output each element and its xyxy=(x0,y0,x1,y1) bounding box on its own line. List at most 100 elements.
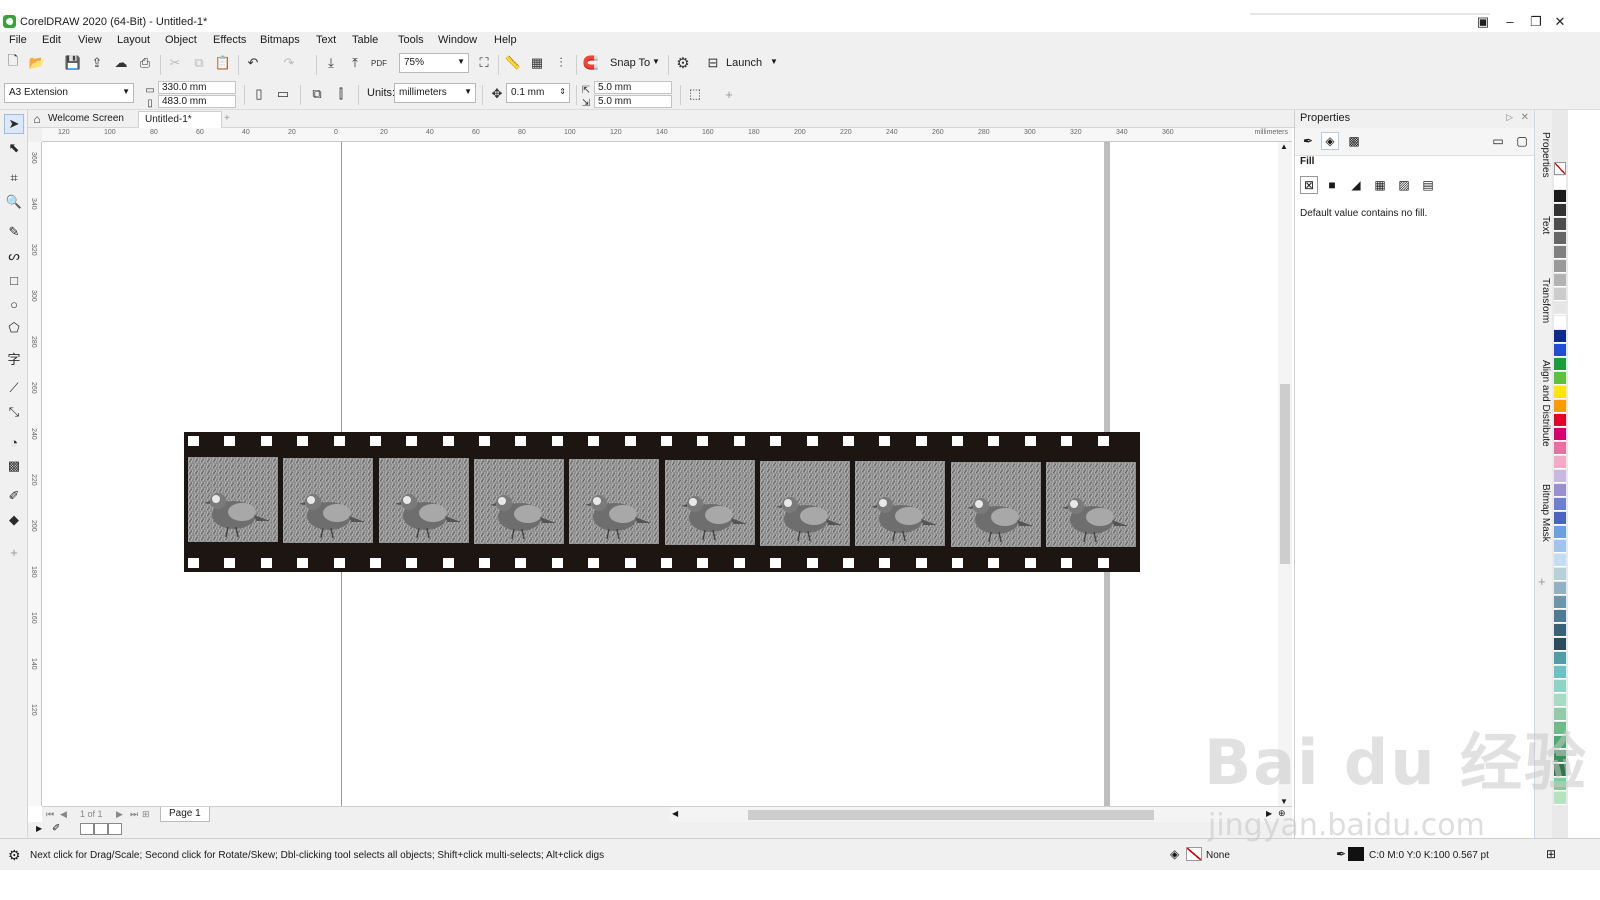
docker-collapse-icon[interactable]: ▷ xyxy=(1506,112,1513,123)
add-docker-icon[interactable]: + xyxy=(1538,574,1546,589)
full-screen-preview-icon[interactable]: ⛶ xyxy=(475,54,493,72)
export-icon[interactable]: ⤒ xyxy=(346,54,364,72)
add-tool-icon[interactable]: + xyxy=(4,542,24,562)
transparency-tool-icon[interactable]: ▩ xyxy=(4,456,24,476)
palette-color-swatch[interactable] xyxy=(1554,694,1566,707)
snap-to-icon[interactable]: 🧲 xyxy=(582,54,600,72)
minimize-button[interactable]: – xyxy=(1500,13,1520,31)
menu-tools[interactable]: Tools xyxy=(398,34,424,46)
upload-icon[interactable]: ⇪ xyxy=(88,54,106,72)
nudge-distance-input[interactable]: 0.1 mm ⇕ xyxy=(506,83,570,103)
film-frame-photo[interactable] xyxy=(950,461,1041,547)
add-page-icon[interactable]: ⊞ xyxy=(142,809,150,820)
palette-color-swatch[interactable] xyxy=(1554,274,1566,287)
palette-color-swatch[interactable] xyxy=(1554,638,1566,651)
ellipse-tool-icon[interactable]: ○ xyxy=(4,294,24,314)
scroll-left-icon[interactable]: ◀ xyxy=(672,809,678,818)
text-tool-icon[interactable]: 字 xyxy=(4,348,24,368)
close-button[interactable]: ✕ xyxy=(1550,13,1570,31)
palette-color-swatch[interactable] xyxy=(1554,554,1566,567)
palette-color-swatch[interactable] xyxy=(1554,428,1566,441)
palette-color-swatch[interactable] xyxy=(1554,176,1566,189)
status-settings-icon[interactable]: ⚙ xyxy=(8,847,21,864)
palette-color-swatch[interactable] xyxy=(1554,652,1566,665)
film-frame-photo[interactable] xyxy=(569,459,660,545)
horizontal-ruler[interactable]: millimeters 120 100 80 60 40 20 0 20 40 60 80 100 12… xyxy=(42,128,1292,142)
docker-tab-bitmap-mask[interactable]: Bitmap Mask xyxy=(1537,484,1551,542)
palette-expand-icon[interactable]: ▶ xyxy=(36,824,42,833)
all-pages-icon[interactable]: ⧉ xyxy=(308,85,326,103)
palette-color-swatch[interactable] xyxy=(1554,582,1566,595)
parallel-dimension-tool-icon[interactable]: ⟋ xyxy=(4,378,24,398)
palette-color-swatch[interactable] xyxy=(1554,386,1566,399)
copy-icon[interactable]: ⧉ xyxy=(190,54,208,72)
launch-chevron-icon[interactable]: ▼ xyxy=(770,57,778,66)
menu-help[interactable]: Help xyxy=(494,34,517,46)
page-height-input[interactable]: 483.0 mm xyxy=(158,95,236,108)
fountain-fill-icon[interactable]: ◢ xyxy=(1347,176,1365,194)
tab-welcome-screen[interactable]: Welcome Screen xyxy=(42,111,130,128)
docker-tab-align-distribute[interactable]: Align and Distribute xyxy=(1537,360,1551,447)
restore-button[interactable]: ❐ xyxy=(1526,13,1546,31)
palette-color-swatch[interactable] xyxy=(1554,344,1566,357)
frame-icon[interactable]: ▭ xyxy=(1489,132,1507,150)
film-frame-photo[interactable] xyxy=(474,458,564,544)
palette-no-color-swatch[interactable] xyxy=(1554,162,1566,175)
shape-tool-icon[interactable]: ⬉ xyxy=(4,138,24,158)
palette-color-swatch[interactable] xyxy=(1554,680,1566,693)
palette-color-swatch[interactable] xyxy=(1554,260,1566,273)
show-rulers-icon[interactable]: 📏 xyxy=(504,54,522,72)
docker-tab-properties[interactable]: Properties xyxy=(1537,132,1551,178)
fill-status-icon[interactable]: ◈ xyxy=(1170,847,1179,861)
duplicate-y-input[interactable]: 5.0 mm xyxy=(594,95,672,108)
palette-color-swatch[interactable] xyxy=(1554,470,1566,483)
filmstrip-object[interactable] xyxy=(184,432,1140,572)
menu-edit[interactable]: Edit xyxy=(42,34,61,46)
palette-color-swatch[interactable] xyxy=(1554,358,1566,371)
eyedropper-tool-icon[interactable]: ✐ xyxy=(4,486,24,506)
page-width-input[interactable]: 330.0 mm xyxy=(158,81,236,94)
film-frame-photo[interactable] xyxy=(188,457,278,542)
launch-icon[interactable]: ⊟ xyxy=(704,54,722,72)
polygon-tool-icon[interactable]: ⬠ xyxy=(4,318,24,338)
palette-color-swatch[interactable] xyxy=(1554,316,1566,329)
save-icon[interactable]: 💾 xyxy=(64,54,82,72)
treat-as-filled-icon[interactable]: ⬚ xyxy=(686,85,704,103)
print-icon[interactable]: ⎙ xyxy=(136,54,154,72)
prev-page-icon[interactable]: ◀ xyxy=(60,809,67,820)
search-field[interactable] xyxy=(1250,13,1490,15)
palette-color-swatch[interactable] xyxy=(1554,568,1566,581)
bitmap-pattern-fill-icon[interactable]: ▨ xyxy=(1395,176,1413,194)
palette-color-swatch[interactable] xyxy=(1554,302,1566,315)
scroll-up-icon[interactable]: ▲ xyxy=(1280,142,1288,151)
new-tab-icon[interactable]: + xyxy=(218,111,236,128)
open-icon[interactable]: 📂 xyxy=(28,54,46,72)
palette-none-swatch[interactable] xyxy=(80,823,94,835)
zoom-tool-icon[interactable]: 🔍 xyxy=(4,192,24,212)
film-frame-photo[interactable] xyxy=(378,458,469,544)
palette-swatch[interactable] xyxy=(108,823,122,835)
palette-eyedropper-icon[interactable]: ✐ xyxy=(52,823,60,834)
drawing-canvas[interactable] xyxy=(42,142,1278,806)
page-icon[interactable]: ▢ xyxy=(1513,132,1531,150)
show-grid-icon[interactable]: ▦ xyxy=(528,54,546,72)
add-icon[interactable]: + xyxy=(720,85,738,103)
palette-white-swatch[interactable] xyxy=(94,823,108,835)
postscript-fill-icon[interactable]: ▤ xyxy=(1419,176,1437,194)
outline-color-swatch[interactable] xyxy=(1348,847,1364,861)
film-frame-photo[interactable] xyxy=(664,460,755,545)
page-1-tab[interactable]: Page 1 xyxy=(160,807,210,822)
palette-color-swatch[interactable] xyxy=(1554,540,1566,553)
duplicate-x-input[interactable]: 5.0 mm xyxy=(594,81,672,94)
palette-color-swatch[interactable] xyxy=(1554,484,1566,497)
menu-layout[interactable]: Layout xyxy=(117,34,150,46)
fill-none-swatch[interactable] xyxy=(1186,847,1202,861)
new-document-icon[interactable]: 🗋 xyxy=(4,53,22,72)
cut-icon[interactable]: ✂ xyxy=(166,54,184,72)
palette-color-swatch[interactable] xyxy=(1554,624,1566,637)
tab-untitled-1[interactable]: Untitled-1* xyxy=(138,111,222,128)
menu-object[interactable]: Object xyxy=(165,34,197,46)
horizontal-scrollbar[interactable]: ◀ ▶ ⊕ xyxy=(670,806,1292,822)
redo-icon[interactable]: ↷ xyxy=(280,54,298,72)
vertical-scroll-thumb[interactable] xyxy=(1280,384,1290,564)
